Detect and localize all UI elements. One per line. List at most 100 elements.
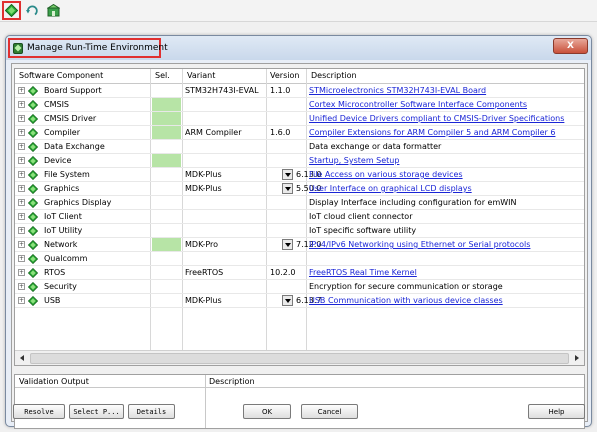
pack-installer-button[interactable] (44, 1, 63, 20)
table-row[interactable]: + IoT Client IoT cloud client connector (15, 210, 584, 224)
expand-icon[interactable]: + (18, 283, 25, 290)
description-link[interactable]: User Interface on graphical LCD displays (309, 184, 472, 193)
selection-cell[interactable] (152, 280, 181, 293)
table-header: Software Component Sel. Variant Version … (15, 69, 584, 84)
expand-icon[interactable]: + (18, 185, 25, 192)
variant-dropdown-icon[interactable] (282, 295, 293, 306)
selection-cell[interactable] (152, 140, 181, 153)
header-version[interactable]: Version (270, 71, 299, 80)
description-link[interactable]: Unified Device Drivers compliant to CMSI… (309, 114, 564, 123)
expand-icon[interactable]: + (18, 213, 25, 220)
expand-icon[interactable]: + (18, 101, 25, 108)
variant-value[interactable]: MDK-Pro (185, 240, 218, 249)
selection-cell[interactable] (152, 196, 181, 209)
selection-cell[interactable] (152, 126, 181, 139)
ok-button[interactable]: OK (243, 404, 291, 419)
description-link[interactable]: Cortex Microcontroller Software Interfac… (309, 100, 527, 109)
variant-value[interactable]: MDK-Plus (185, 184, 222, 193)
expand-icon[interactable]: + (18, 297, 25, 304)
description-link[interactable]: IPv4/IPv6 Networking using Ethernet or S… (309, 240, 530, 249)
selection-cell[interactable] (152, 266, 181, 279)
expand-icon[interactable]: + (18, 227, 25, 234)
table-row[interactable]: + Graphics Display Display Interface inclu… (15, 196, 584, 210)
description-link[interactable]: File Access on various storage devices (309, 170, 463, 179)
component-name: Compiler (44, 128, 81, 137)
table-row[interactable]: + File System MDK-Plus 6.13.0 File Access on… (15, 168, 584, 182)
selection-cell[interactable] (152, 224, 181, 237)
selection-cell[interactable] (152, 294, 181, 307)
selection-cell[interactable] (152, 84, 181, 97)
table-row[interactable]: + USB MDK-Plus 6.13.7 USB Communication with… (15, 294, 584, 308)
table-row[interactable]: + RTOS FreeRTOS 10.2.0 FreeRTOS Real Time Ke… (15, 266, 584, 280)
expand-icon[interactable]: + (18, 199, 25, 206)
expand-icon[interactable]: + (18, 143, 25, 150)
selection-cell[interactable] (152, 238, 181, 251)
close-button[interactable]: X (553, 38, 588, 54)
table-row[interactable]: + Board Support STM32H743I-EVAL 1.1.0 STMicr… (15, 84, 584, 98)
component-gem-icon (28, 142, 38, 152)
selection-cell[interactable] (152, 168, 181, 181)
header-variant[interactable]: Variant (187, 71, 215, 80)
table-row[interactable]: + Data Exchange Data exchange or data form… (15, 140, 584, 154)
details-button[interactable]: Details (128, 404, 175, 419)
expand-icon[interactable]: + (18, 269, 25, 276)
scroll-right-icon[interactable] (571, 353, 582, 364)
description-link[interactable]: FreeRTOS Real Time Kernel (309, 268, 417, 277)
table-row[interactable]: + IoT Utility IoT specific software utilit… (15, 224, 584, 238)
component-name: Data Exchange (44, 142, 105, 151)
table-row[interactable]: + Network MDK-Pro 7.12.0 IPv4/IPv6 Networkin… (15, 238, 584, 252)
validation-output-header: Validation Output (19, 377, 89, 386)
expand-icon[interactable]: + (18, 115, 25, 122)
description-link[interactable]: USB Communication with various device cl… (309, 296, 503, 305)
selection-cell[interactable] (152, 210, 181, 223)
component-name: Network (44, 240, 78, 249)
expand-icon[interactable]: + (18, 129, 25, 136)
description-link[interactable]: Startup, System Setup (309, 156, 399, 165)
table-row[interactable]: + CMSIS Driver Unified Device Drivers comp… (15, 112, 584, 126)
header-software-component[interactable]: Software Component (19, 71, 103, 80)
table-row[interactable]: + Qualcomm (15, 252, 584, 266)
expand-icon[interactable]: + (18, 87, 25, 94)
description-link[interactable]: STMicroelectronics STM32H743I-EVAL Board (309, 86, 486, 95)
selection-cell[interactable] (152, 154, 181, 167)
refresh-button[interactable] (23, 1, 42, 20)
expand-icon[interactable]: + (18, 255, 25, 262)
variant-dropdown-icon[interactable] (282, 239, 293, 250)
selection-cell[interactable] (152, 252, 181, 265)
dialog-titlebar: Manage Run-Time Environment X (6, 36, 591, 60)
selection-cell[interactable] (152, 98, 181, 111)
expand-icon[interactable]: + (18, 157, 25, 164)
horizontal-scrollbar[interactable] (15, 350, 584, 365)
component-gem-icon (28, 86, 38, 96)
expand-icon[interactable]: + (18, 241, 25, 248)
header-sel[interactable]: Sel. (155, 71, 170, 80)
expand-icon[interactable]: + (18, 171, 25, 178)
description-link[interactable]: Compiler Extensions for ARM Compiler 5 a… (309, 128, 555, 137)
help-button[interactable]: Help (528, 404, 585, 419)
variant-value[interactable]: MDK-Plus (185, 296, 222, 305)
refresh-icon (26, 5, 38, 16)
selection-cell[interactable] (152, 112, 181, 125)
component-table: Software Component Sel. Variant Version … (14, 68, 585, 366)
header-description[interactable]: Description (311, 71, 357, 80)
variant-dropdown-icon[interactable] (282, 183, 293, 194)
table-row[interactable]: + Graphics MDK-Plus 5.50.0 User Interface on… (15, 182, 584, 196)
variant-dropdown-icon[interactable] (282, 169, 293, 180)
version-value: 10.2.0 (270, 268, 296, 277)
toolbar (0, 0, 597, 22)
component-gem-icon (28, 170, 38, 180)
component-name: File System (44, 170, 90, 179)
cancel-button[interactable]: Cancel (301, 404, 358, 419)
variant-value[interactable]: MDK-Plus (185, 170, 222, 179)
validation-description-header: Description (209, 377, 255, 386)
scroll-thumb[interactable] (30, 353, 569, 364)
table-row[interactable]: + Compiler ARM Compiler 1.6.0 Compiler Exten… (15, 126, 584, 140)
table-row[interactable]: + Device Startup, System Setup (15, 154, 584, 168)
resolve-button[interactable]: Resolve (13, 404, 65, 419)
manage-rte-button[interactable] (2, 1, 21, 20)
scroll-left-icon[interactable] (17, 353, 28, 364)
select-packs-button[interactable]: Select P... (69, 404, 124, 419)
table-row[interactable]: + CMSIS Cortex Microcontroller Software In… (15, 98, 584, 112)
selection-cell[interactable] (152, 182, 181, 195)
table-row[interactable]: + Security Encryption for secure communica… (15, 280, 584, 294)
